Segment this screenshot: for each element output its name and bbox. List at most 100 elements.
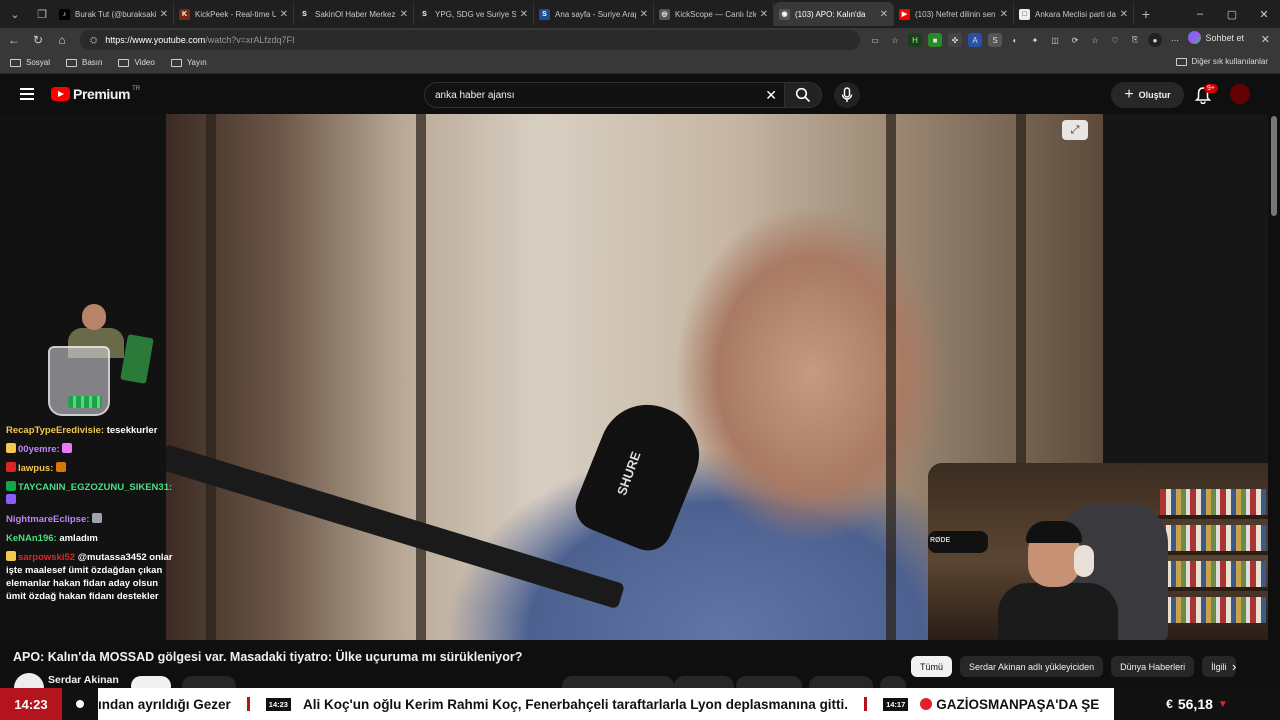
extension-icon-translate[interactable]: A (968, 33, 982, 47)
create-button[interactable]: + Oluştur (1111, 82, 1184, 108)
maximize-icon[interactable]: ▢ (1216, 0, 1248, 28)
new-tab-button[interactable]: + (1134, 6, 1158, 22)
bookmark-folder-video[interactable]: Video (118, 58, 155, 67)
filter-chip[interactable]: Dünya Haberleri (1111, 656, 1195, 677)
browser-tab[interactable]: S SakinOl Haber Merkezi ✕ (294, 2, 414, 26)
chat-username[interactable]: TAYCANIN_EGZOZUNU_SIKEN31: (18, 482, 172, 493)
tab-close-icon[interactable]: ✕ (1000, 9, 1008, 20)
tab-close-icon[interactable]: ✕ (760, 9, 768, 20)
profile-avatar-icon[interactable]: ● (1148, 33, 1162, 47)
extension-icon-round[interactable]: ◐ (1008, 33, 1022, 47)
minimize-icon[interactable]: – (1184, 0, 1216, 28)
channel-name[interactable]: Serdar Akinan (48, 674, 119, 686)
tab-close-icon[interactable]: ✕ (880, 9, 888, 20)
bookmark-folder-basin[interactable]: Basın (66, 58, 102, 67)
address-bar-row: ← ↻ ⌂ ⛭ https://www.youtube.com/watch?v=… (0, 28, 1280, 52)
collections-icon[interactable]: ⟳ (1068, 33, 1082, 47)
search-button[interactable] (784, 82, 822, 108)
tab-close-icon[interactable]: ✕ (280, 9, 288, 20)
channel-avatar[interactable] (14, 673, 44, 688)
url-host: https://www.youtube.com (105, 35, 206, 45)
ticker-timestamp: 14:17 (883, 697, 909, 711)
home-icon[interactable]: ⌂ (50, 33, 74, 47)
filter-chip[interactable]: Serdar Akinan adlı yükleyiciden (960, 656, 1104, 677)
browser-tab[interactable]: ◉ (103) APO: Kalın'da ✕ (774, 2, 894, 26)
tab-strip: ♪ Burak Tut (@buraksakin ✕ K KickPeek - Real… (54, 2, 1134, 26)
browser-tab[interactable]: ◎ KickScope — Canlı İzle ✕ (654, 2, 774, 26)
reload-icon[interactable]: ↻ (26, 33, 50, 47)
account-avatar[interactable] (1230, 84, 1250, 104)
menu-icon[interactable] (20, 88, 34, 100)
chat-username[interactable]: 00yemre: (18, 444, 60, 455)
browser-tab[interactable]: K KickPeek - Real-time UI ✕ (174, 2, 294, 26)
filter-chip[interactable]: İlgili (1202, 656, 1236, 677)
tab-title: (103) APO: Kalın'da (795, 9, 866, 19)
clip-button[interactable] (809, 676, 873, 688)
bookmark-folder-sosyal[interactable]: Sosyal (10, 58, 50, 67)
more-actions-button[interactable] (880, 676, 906, 688)
extension-icon-grid[interactable]: ✜ (948, 33, 962, 47)
ticker-separator (246, 697, 250, 711)
split-screen-icon[interactable]: ▭ (868, 33, 882, 47)
screenshot-icon[interactable]: ⎘ (1128, 33, 1142, 47)
favorites-icon[interactable]: ☆ (1088, 33, 1102, 47)
bookshelf-books (1160, 597, 1266, 623)
share-button[interactable] (674, 676, 734, 688)
chat-username[interactable]: KeNAn196: (6, 533, 57, 544)
tab-close-icon[interactable]: ✕ (400, 9, 408, 20)
address-input[interactable]: ⛭ https://www.youtube.com/watch?v=xrALfz… (80, 30, 860, 50)
close-window-icon[interactable]: ✕ (1248, 0, 1280, 28)
extensions-puzzle-icon[interactable]: ✦ (1028, 33, 1042, 47)
chat-username[interactable]: NightmareEclipse: (6, 514, 89, 525)
action-button[interactable] (182, 676, 236, 688)
workspaces-button[interactable]: ❐ (30, 2, 54, 26)
theater-expand-icon[interactable]: ⤢ (1062, 120, 1088, 140)
chevron-right-icon[interactable]: › (1232, 659, 1236, 674)
back-icon[interactable]: ← (2, 33, 26, 47)
video-title: APO: Kalın'da MOSSAD gölgesi var. Masada… (13, 650, 523, 664)
extension-icon-s[interactable]: S (988, 33, 1002, 47)
tab-close-icon[interactable]: ✕ (1120, 9, 1128, 20)
search-input[interactable]: anka haber ajansı ✕ (424, 82, 786, 108)
chat-text: tesekkurler (106, 425, 158, 436)
like-dislike-button[interactable] (562, 676, 674, 688)
join-button[interactable] (131, 676, 171, 688)
thanks-button[interactable] (736, 676, 802, 688)
tab-list-button[interactable]: ⌄ (3, 2, 27, 26)
chat-username[interactable]: RecapTypeEredivisie: (6, 425, 104, 436)
voice-search-button[interactable] (834, 82, 860, 108)
clear-search-icon[interactable]: ✕ (765, 87, 777, 104)
page-scrollbar[interactable] (1268, 76, 1280, 688)
other-bookmarks[interactable]: Diğer sık kullanılanlar (1175, 57, 1268, 66)
browser-tab[interactable]: ▶ (103) Nefret dilinin sen ✕ (894, 2, 1014, 26)
folder-icon (10, 58, 21, 67)
bookmark-folder-yayin[interactable]: Yayın (170, 58, 207, 67)
scrollbar-thumb[interactable] (1271, 116, 1277, 216)
tab-close-icon[interactable]: ✕ (640, 9, 648, 20)
sidebar-icon[interactable]: ◫ (1048, 33, 1062, 47)
bookshelf-books (1160, 561, 1266, 587)
favorite-star-icon[interactable]: ☆ (888, 33, 902, 47)
more-menu-icon[interactable]: ⋯ (1168, 33, 1182, 47)
chat-message: 00yemre: (6, 443, 174, 456)
tab-close-icon[interactable]: ✕ (520, 9, 528, 20)
extension-icon-green[interactable]: ■ (928, 33, 942, 47)
youtube-premium-logo[interactable]: Premium TR (51, 86, 140, 102)
chat-emote-icon (92, 513, 103, 523)
browser-tab[interactable]: □ Ankara Meclisi parti da ✕ (1014, 2, 1134, 26)
filter-chip[interactable]: Tümü (911, 656, 953, 677)
performance-icon[interactable]: ♡ (1108, 33, 1122, 47)
ticker-timestamp: 14:23 (265, 697, 291, 711)
copilot-close-icon[interactable]: ✕ (1261, 33, 1270, 46)
chat-username[interactable]: sarpowski52 (18, 552, 75, 563)
chat-badge-icon (6, 551, 16, 561)
chat-username[interactable]: lawpus: (18, 463, 53, 474)
browser-tab[interactable]: S YPG, SDG ve Suriye Sav ✕ (414, 2, 534, 26)
tab-close-icon[interactable]: ✕ (160, 9, 168, 20)
site-info-icon[interactable]: ⛭ (90, 35, 97, 46)
gems-icon (68, 396, 102, 408)
copilot-chat-button[interactable]: Sohbet et (1188, 31, 1244, 44)
browser-tab[interactable]: S Ana sayfa - Suriye Arap ✕ (534, 2, 654, 26)
extension-icon-hl[interactable]: H (908, 33, 922, 47)
browser-tab[interactable]: ♪ Burak Tut (@buraksakin ✕ (54, 2, 174, 26)
